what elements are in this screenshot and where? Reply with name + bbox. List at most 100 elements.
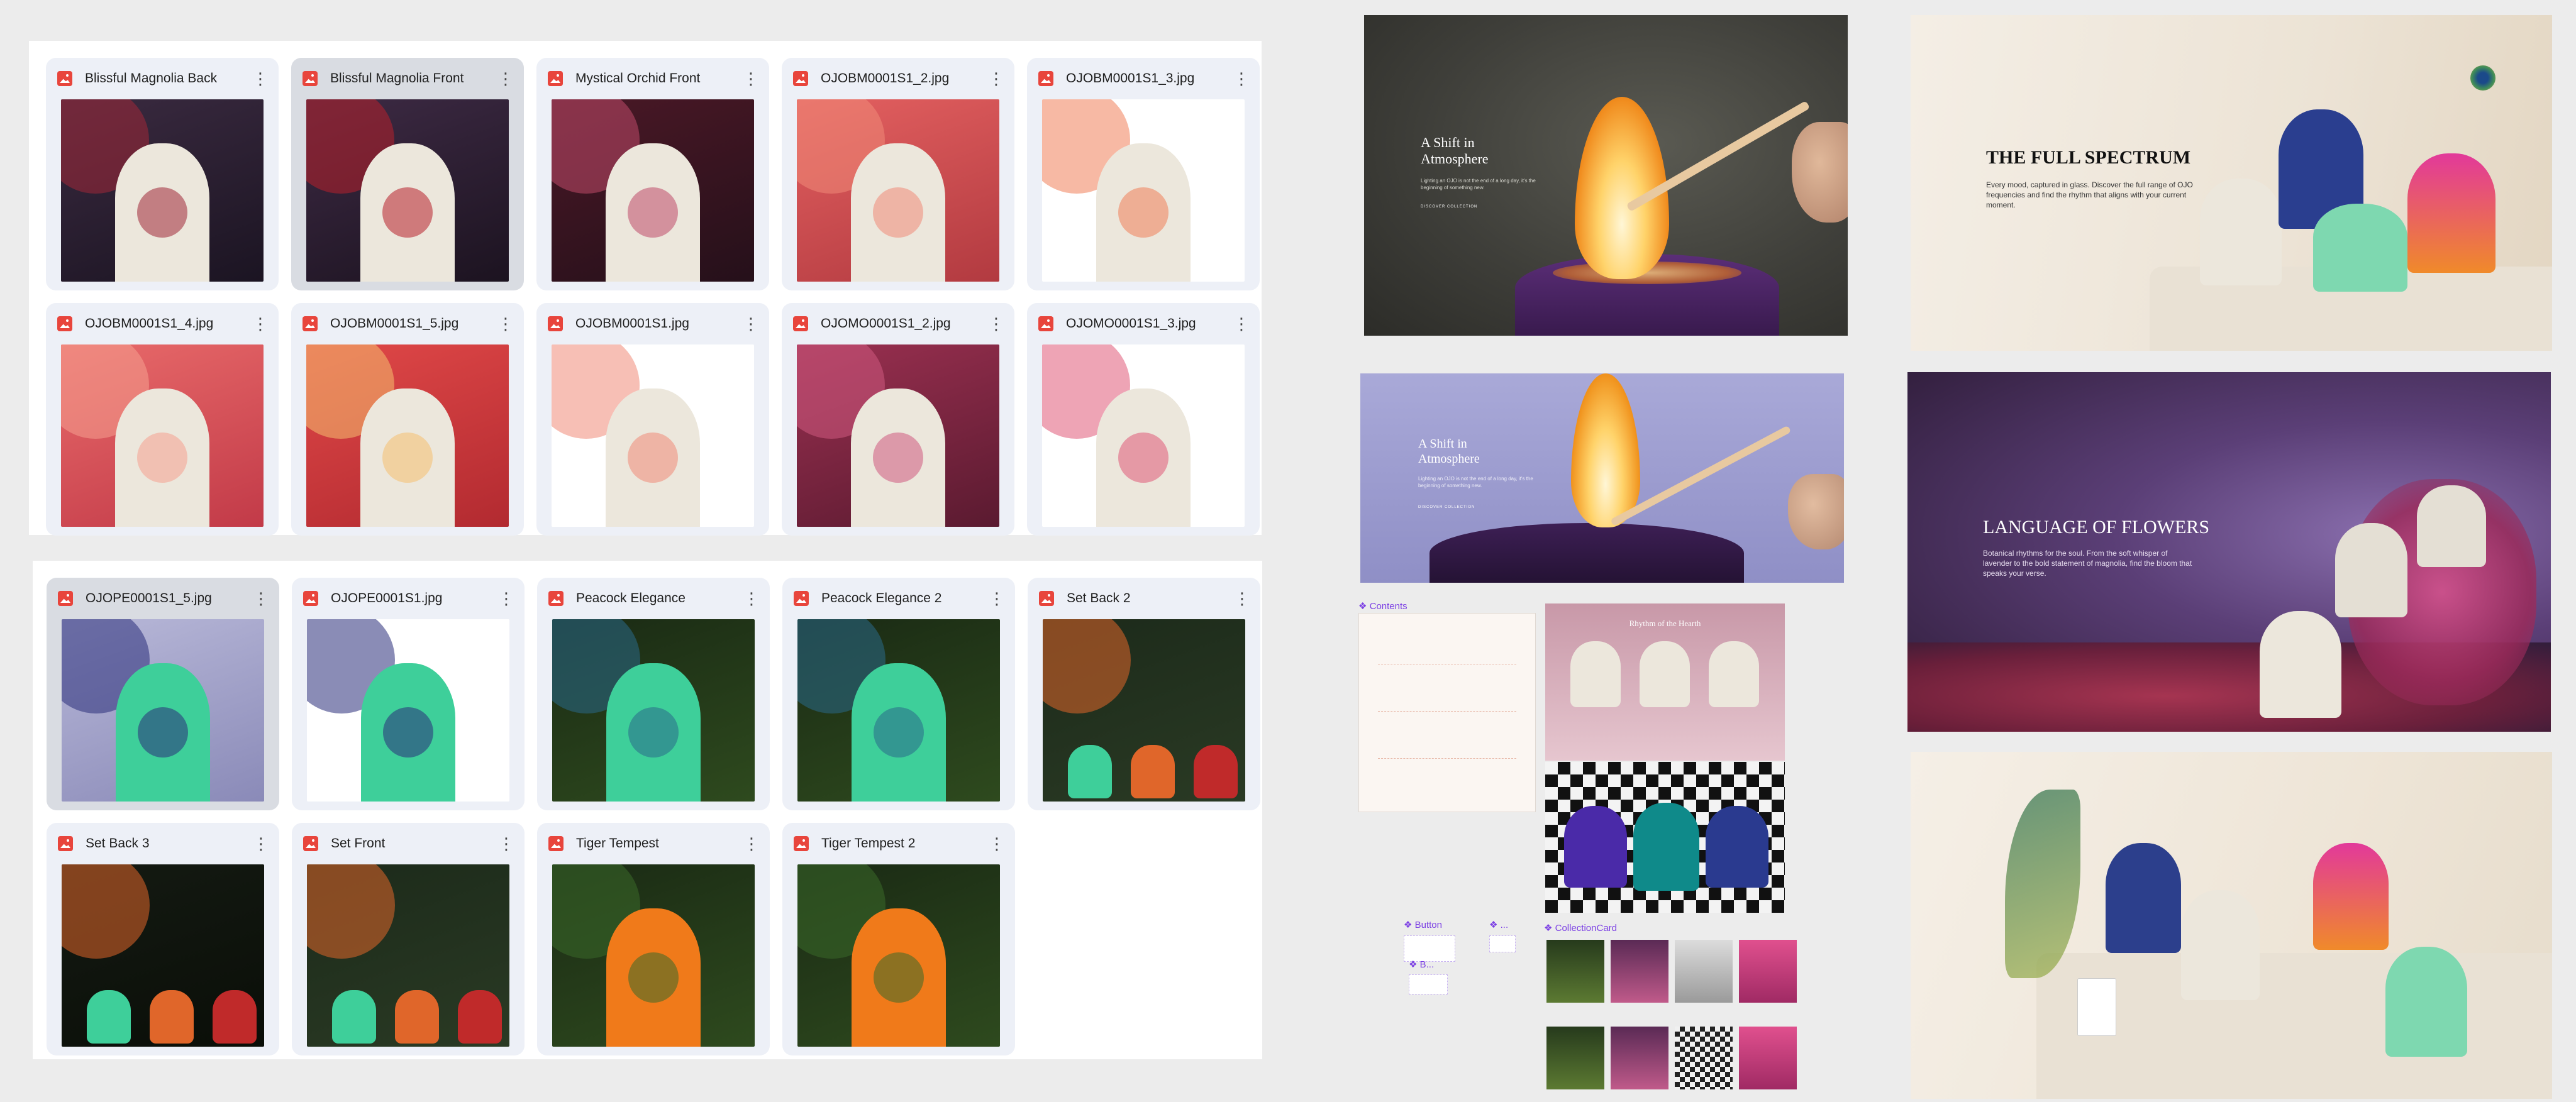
file-card[interactable]: Blissful Magnolia Front ⋮ bbox=[291, 58, 524, 290]
file-card[interactable]: Tiger Tempest ⋮ bbox=[537, 823, 770, 1055]
file-thumbnail[interactable] bbox=[552, 864, 755, 1047]
more-options-icon[interactable]: ⋮ bbox=[1234, 590, 1250, 607]
more-options-icon[interactable]: ⋮ bbox=[252, 316, 269, 332]
file-card[interactable]: Blissful Magnolia Back ⋮ bbox=[46, 58, 279, 290]
file-card[interactable]: Tiger Tempest 2 ⋮ bbox=[782, 823, 1015, 1055]
file-card-header: OJOMO0001S1_3.jpg ⋮ bbox=[1027, 303, 1260, 344]
file-thumbnail[interactable] bbox=[61, 99, 264, 282]
file-thumbnail[interactable] bbox=[307, 619, 509, 802]
file-card[interactable]: OJOBM0001S1.jpg ⋮ bbox=[536, 303, 769, 536]
more-options-icon[interactable]: ⋮ bbox=[988, 316, 1004, 332]
collection-card[interactable] bbox=[1546, 940, 1604, 1003]
image-file-icon bbox=[1039, 591, 1054, 606]
more-options-icon[interactable]: ⋮ bbox=[1233, 70, 1250, 87]
file-name: Peacock Elegance bbox=[576, 591, 686, 605]
small-component-preview[interactable] bbox=[1489, 935, 1516, 952]
discover-link[interactable]: DISCOVER COLLECTION bbox=[1418, 505, 1475, 509]
file-thumbnail[interactable] bbox=[552, 344, 754, 527]
collection-card[interactable] bbox=[1611, 940, 1668, 1003]
collection-card[interactable] bbox=[1546, 1027, 1604, 1089]
small-component-preview-2[interactable] bbox=[1409, 974, 1448, 995]
file-thumbnail[interactable] bbox=[797, 99, 999, 282]
file-name: OJOBM0001S1_5.jpg bbox=[330, 316, 459, 331]
file-thumbnail[interactable] bbox=[1043, 619, 1245, 802]
file-card[interactable]: OJOPE0001S1_5.jpg ⋮ bbox=[47, 578, 279, 810]
more-options-icon[interactable]: ⋮ bbox=[743, 835, 760, 852]
file-grid-panel-bottom: OJOPE0001S1_5.jpg ⋮ OJOPE0001S1.jpg ⋮ Peacoc… bbox=[33, 561, 1262, 1059]
file-card[interactable]: OJOPE0001S1.jpg ⋮ bbox=[292, 578, 525, 810]
artboard-body: Botanical rhythms for the soul. From the… bbox=[1983, 549, 2192, 578]
file-name: Peacock Elegance 2 bbox=[821, 591, 942, 605]
more-options-icon[interactable]: ⋮ bbox=[743, 316, 759, 332]
artboard-language-of-flowers[interactable]: LANGUAGE OF FLOWERS Botanical rhythms fo… bbox=[1907, 372, 2551, 732]
file-card[interactable]: Set Front ⋮ bbox=[292, 823, 525, 1055]
file-thumbnail[interactable] bbox=[307, 864, 509, 1047]
file-card[interactable]: Set Back 3 ⋮ bbox=[47, 823, 279, 1055]
artboard-collection-shot[interactable] bbox=[1911, 752, 2552, 1099]
file-thumbnail[interactable] bbox=[62, 864, 264, 1047]
more-options-icon[interactable]: ⋮ bbox=[743, 70, 759, 87]
file-thumbnail[interactable] bbox=[62, 619, 264, 802]
more-options-icon[interactable]: ⋮ bbox=[498, 835, 514, 852]
file-card[interactable]: Set Back 2 ⋮ bbox=[1028, 578, 1260, 810]
collection-card[interactable] bbox=[1675, 1027, 1733, 1089]
component-icon: ❖ bbox=[1489, 920, 1501, 930]
button-component-preview[interactable] bbox=[1404, 935, 1455, 962]
contents-component[interactable] bbox=[1358, 613, 1536, 812]
file-card[interactable]: Peacock Elegance 2 ⋮ bbox=[782, 578, 1015, 810]
file-name: Set Back 2 bbox=[1067, 591, 1131, 605]
file-card-header: OJOBM0001S1_5.jpg ⋮ bbox=[291, 303, 524, 344]
file-card[interactable]: OJOBM0001S1_2.jpg ⋮ bbox=[782, 58, 1014, 290]
more-options-icon[interactable]: ⋮ bbox=[497, 70, 514, 87]
collection-card[interactable] bbox=[1675, 940, 1733, 1003]
file-thumbnail[interactable] bbox=[1042, 344, 1245, 527]
image-file-icon bbox=[793, 71, 808, 86]
file-name: OJOBM0001S1_4.jpg bbox=[85, 316, 214, 331]
file-card[interactable]: Peacock Elegance ⋮ bbox=[537, 578, 770, 810]
file-thumbnail[interactable] bbox=[797, 344, 999, 527]
more-options-icon[interactable]: ⋮ bbox=[253, 835, 269, 852]
file-card-header: OJOPE0001S1_5.jpg ⋮ bbox=[47, 578, 279, 619]
file-thumbnail[interactable] bbox=[552, 99, 754, 282]
collection-card[interactable] bbox=[1611, 1027, 1668, 1089]
more-options-icon[interactable]: ⋮ bbox=[989, 835, 1005, 852]
file-card[interactable]: OJOBM0001S1_5.jpg ⋮ bbox=[291, 303, 524, 536]
file-card-header: Mystical Orchid Front ⋮ bbox=[536, 58, 769, 99]
file-card[interactable]: OJOMO0001S1_2.jpg ⋮ bbox=[782, 303, 1014, 536]
file-name: OJOBM0001S1_2.jpg bbox=[821, 71, 950, 85]
file-thumbnail[interactable] bbox=[797, 619, 1000, 802]
artboard-body: Lighting an OJO is not the end of a long… bbox=[1418, 476, 1533, 488]
more-options-icon[interactable]: ⋮ bbox=[253, 590, 269, 607]
more-options-icon[interactable]: ⋮ bbox=[743, 590, 760, 607]
more-options-icon[interactable]: ⋮ bbox=[1233, 316, 1250, 332]
artboard-hearth[interactable]: Rhythm of the Hearth bbox=[1545, 603, 1785, 761]
file-thumbnail[interactable] bbox=[552, 619, 755, 802]
artboard-full-spectrum[interactable]: THE FULL SPECTRUM Every mood, captured i… bbox=[1911, 15, 2552, 351]
more-options-icon[interactable]: ⋮ bbox=[988, 70, 1004, 87]
file-thumbnail[interactable] bbox=[306, 99, 509, 282]
file-thumbnail[interactable] bbox=[797, 864, 1000, 1047]
more-options-icon[interactable]: ⋮ bbox=[497, 316, 514, 332]
file-card[interactable]: OJOBM0001S1_3.jpg ⋮ bbox=[1027, 58, 1260, 290]
discover-link[interactable]: DISCOVER COLLECTION bbox=[1421, 205, 1477, 209]
file-card[interactable]: OJOMO0001S1_3.jpg ⋮ bbox=[1027, 303, 1260, 536]
file-card[interactable]: Mystical Orchid Front ⋮ bbox=[536, 58, 769, 290]
more-options-icon[interactable]: ⋮ bbox=[989, 590, 1005, 607]
image-file-icon bbox=[1038, 316, 1053, 331]
component-icon: ❖ bbox=[1544, 923, 1555, 934]
artboard-game-night[interactable] bbox=[1545, 762, 1785, 913]
collection-card[interactable] bbox=[1739, 940, 1797, 1003]
artboard-title: THE FULL SPECTRUM bbox=[1986, 147, 2191, 168]
flame-icon bbox=[1571, 373, 1640, 527]
more-options-icon[interactable]: ⋮ bbox=[498, 590, 514, 607]
file-thumbnail[interactable] bbox=[61, 344, 264, 527]
component-icon: ❖ bbox=[1358, 601, 1370, 612]
file-thumbnail[interactable] bbox=[1042, 99, 1245, 282]
collection-card[interactable] bbox=[1739, 1027, 1797, 1089]
file-card[interactable]: OJOBM0001S1_4.jpg ⋮ bbox=[46, 303, 279, 536]
artboard-atmosphere-dark[interactable]: A Shift in Atmosphere Lighting an OJO is… bbox=[1364, 15, 1848, 336]
file-thumbnail[interactable] bbox=[306, 344, 509, 527]
more-options-icon[interactable]: ⋮ bbox=[252, 70, 269, 87]
image-file-icon bbox=[548, 591, 564, 606]
artboard-atmosphere-light[interactable]: A Shift in Atmosphere Lighting an OJO is… bbox=[1360, 373, 1844, 583]
